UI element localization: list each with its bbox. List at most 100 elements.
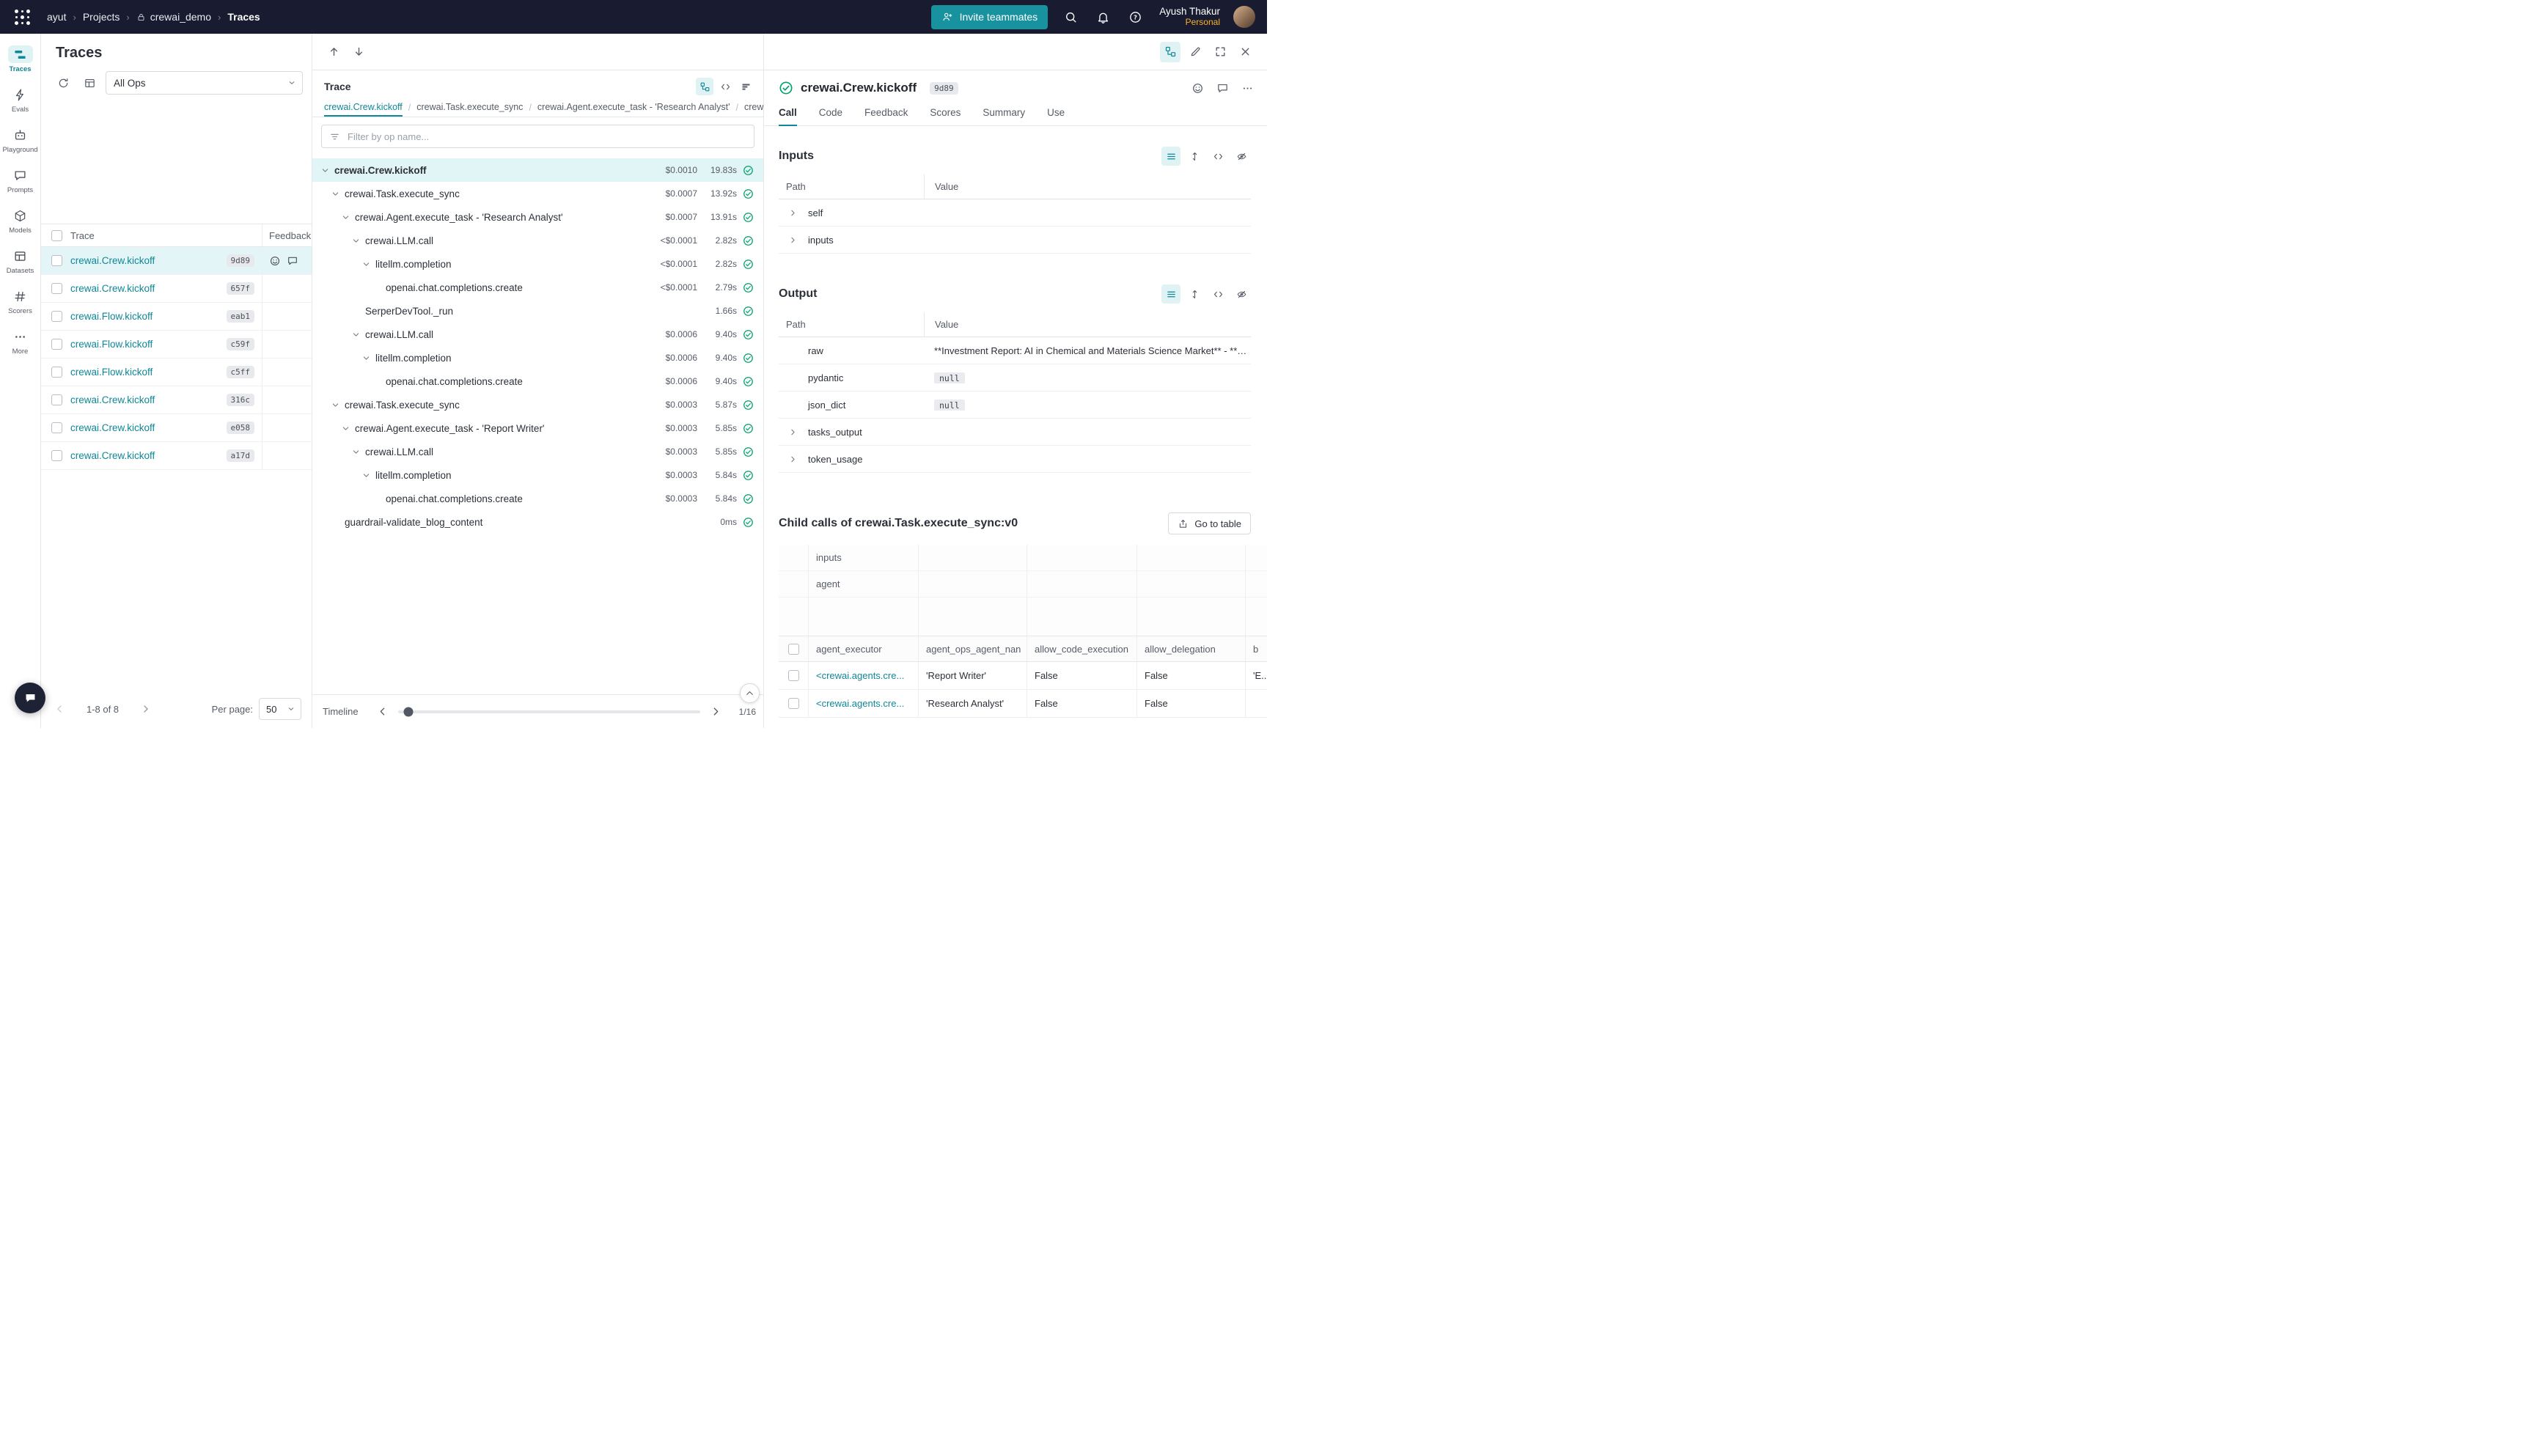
next-call-icon[interactable] xyxy=(348,41,370,63)
chevron-down-icon[interactable] xyxy=(362,354,375,362)
flamegraph-view-icon[interactable] xyxy=(737,78,754,95)
more-options-icon[interactable] xyxy=(1241,81,1254,95)
trace-tree-row[interactable]: crewai.LLM.call$0.00035.85s xyxy=(312,440,763,463)
prev-call-icon[interactable] xyxy=(323,41,345,63)
timeline-prev-icon[interactable] xyxy=(373,702,392,721)
tab-feedback[interactable]: Feedback xyxy=(864,100,908,126)
trace-tree-row[interactable]: crewai.Task.execute_sync$0.00035.87s xyxy=(312,393,763,416)
expand-rows-icon[interactable] xyxy=(1185,147,1204,166)
search-icon[interactable] xyxy=(1061,7,1080,26)
trace-tree-row[interactable]: openai.chat.completions.create<$0.00012.… xyxy=(312,276,763,299)
avatar[interactable] xyxy=(1233,6,1255,28)
table-row[interactable]: crewai.Crew.kickoffa17d xyxy=(41,442,312,470)
ops-filter-select[interactable]: All Ops xyxy=(106,71,303,95)
row-checkbox[interactable] xyxy=(51,422,62,433)
table-row[interactable]: crewai.Crew.kickoff316c xyxy=(41,386,312,414)
fullscreen-icon[interactable] xyxy=(1210,42,1230,62)
invite-teammates-button[interactable]: Invite teammates xyxy=(931,5,1049,29)
add-reaction-icon[interactable] xyxy=(1191,81,1204,95)
trace-tree-row[interactable]: crewai.LLM.call<$0.00012.82s xyxy=(312,229,763,252)
prev-page-icon[interactable] xyxy=(50,699,69,718)
list-view-icon[interactable] xyxy=(1161,147,1180,166)
sidebar-item-traces[interactable]: Traces xyxy=(0,40,40,80)
trace-tree-row[interactable]: openai.chat.completions.create$0.00069.4… xyxy=(312,369,763,393)
select-all-checkbox[interactable] xyxy=(51,230,62,241)
trace-name-link[interactable]: crewai.Crew.kickoff xyxy=(70,255,221,266)
chevron-down-icon[interactable] xyxy=(362,260,375,268)
chevron-down-icon[interactable] xyxy=(362,471,375,479)
per-page-select[interactable]: 50 xyxy=(259,698,301,720)
list-view-icon[interactable] xyxy=(1161,284,1180,304)
row-checkbox[interactable] xyxy=(51,367,62,378)
go-to-table-button[interactable]: Go to table xyxy=(1168,512,1251,534)
table-row[interactable]: crewai.Crew.kickoffe058 xyxy=(41,414,312,442)
trace-name-link[interactable]: crewai.Flow.kickoff xyxy=(70,367,221,378)
hide-empty-icon[interactable] xyxy=(1232,284,1251,304)
trace-tree-row[interactable]: crewai.Task.execute_sync$0.000713.92s xyxy=(312,182,763,205)
breadcrumb-entity[interactable]: ayut xyxy=(47,11,66,23)
code-view-icon[interactable] xyxy=(1208,147,1227,166)
trace-path-tab[interactable]: crewai.Agent.execute_task - 'Research An… xyxy=(537,98,730,117)
row-checkbox[interactable] xyxy=(51,311,62,322)
user-menu[interactable]: Ayush Thakur Personal xyxy=(1159,6,1220,27)
comment-icon[interactable] xyxy=(1216,81,1229,95)
tab-summary[interactable]: Summary xyxy=(983,100,1025,126)
trace-tree-row[interactable]: openai.chat.completions.create$0.00035.8… xyxy=(312,487,763,510)
trace-tree-row[interactable]: litellm.completion$0.00035.84s xyxy=(312,463,763,487)
table-row[interactable]: <crewai.agents.cre...'Report Writer'Fals… xyxy=(779,662,1267,690)
help-icon[interactable]: ? xyxy=(1125,7,1145,26)
trace-tree-row[interactable]: guardrail-validate_blog_content0ms xyxy=(312,510,763,534)
trace-tree-row[interactable]: litellm.completion$0.00069.40s xyxy=(312,346,763,369)
kv-row[interactable]: raw**Investment Report: AI in Chemical a… xyxy=(779,337,1251,364)
next-page-icon[interactable] xyxy=(136,699,155,718)
tab-call[interactable]: Call xyxy=(779,100,797,126)
row-checkbox[interactable] xyxy=(788,670,799,681)
edit-icon[interactable] xyxy=(1185,42,1205,62)
table-row[interactable]: crewai.Crew.kickoff9d89 xyxy=(41,247,312,275)
table-row[interactable]: crewai.Flow.kickoffc5ff xyxy=(41,359,312,386)
sidebar-item-playground[interactable]: Playground xyxy=(0,120,40,161)
trace-name-link[interactable]: crewai.Crew.kickoff xyxy=(70,283,221,294)
row-checkbox[interactable] xyxy=(51,283,62,294)
close-icon[interactable] xyxy=(1235,42,1255,62)
chevron-down-icon[interactable] xyxy=(321,166,334,174)
chevron-down-icon[interactable] xyxy=(342,213,355,221)
trace-name-link[interactable]: crewai.Crew.kickoff xyxy=(70,422,221,433)
table-row[interactable]: crewai.Flow.kickoffeab1 xyxy=(41,303,312,331)
chevron-down-icon[interactable] xyxy=(342,424,355,433)
sidebar-item-evals[interactable]: Evals xyxy=(0,80,40,120)
trace-name-link[interactable]: crewai.Crew.kickoff xyxy=(70,450,221,461)
kv-row[interactable]: tasks_output xyxy=(779,419,1251,446)
trace-path-tab[interactable]: crewai.Task.execute_sync xyxy=(416,98,523,117)
call-ref-link[interactable]: <crewai.agents.cre... xyxy=(808,662,918,689)
breadcrumb-projects[interactable]: Projects xyxy=(83,11,120,23)
table-row[interactable]: <crewai.agents.cre...'Research Analyst'F… xyxy=(779,690,1267,718)
chevron-down-icon[interactable] xyxy=(352,448,365,456)
row-checkbox[interactable] xyxy=(51,339,62,350)
trace-tree-row[interactable]: crewai.Agent.execute_task - 'Research An… xyxy=(312,205,763,229)
wandb-logo[interactable] xyxy=(13,8,31,26)
timeline-slider[interactable] xyxy=(398,710,700,713)
row-checkbox[interactable] xyxy=(51,255,62,266)
refresh-icon[interactable] xyxy=(53,73,73,93)
trace-tree-row[interactable]: crewai.LLM.call$0.00069.40s xyxy=(312,323,763,346)
hide-empty-icon[interactable] xyxy=(1232,147,1251,166)
column-settings-icon[interactable] xyxy=(79,73,100,93)
table-row[interactable]: crewai.Flow.kickoffc59f xyxy=(41,331,312,359)
tab-code[interactable]: Code xyxy=(819,100,842,126)
table-row[interactable]: crewai.Crew.kickoff657f xyxy=(41,275,312,303)
trace-tree-row[interactable]: crewai.Agent.execute_task - 'Report Writ… xyxy=(312,416,763,440)
trace-tree-row[interactable]: crewai.Crew.kickoff$0.001019.83s xyxy=(312,158,763,182)
collapse-timeline-button[interactable] xyxy=(740,683,760,703)
code-view-icon[interactable] xyxy=(1208,284,1227,304)
op-filter-input[interactable] xyxy=(346,130,746,143)
tree-view-icon[interactable] xyxy=(696,78,713,95)
trace-name-link[interactable]: crewai.Flow.kickoff xyxy=(70,311,221,322)
chevron-right-icon[interactable] xyxy=(789,209,802,217)
trace-tree-row[interactable]: litellm.completion<$0.00012.82s xyxy=(312,252,763,276)
trace-name-link[interactable]: crewai.Flow.kickoff xyxy=(70,339,221,350)
sidebar-item-more[interactable]: More xyxy=(0,322,40,362)
sidebar-item-models[interactable]: Models xyxy=(0,201,40,241)
chat-launcher-button[interactable] xyxy=(15,683,45,713)
trace-name-link[interactable]: crewai.Crew.kickoff xyxy=(70,394,221,405)
